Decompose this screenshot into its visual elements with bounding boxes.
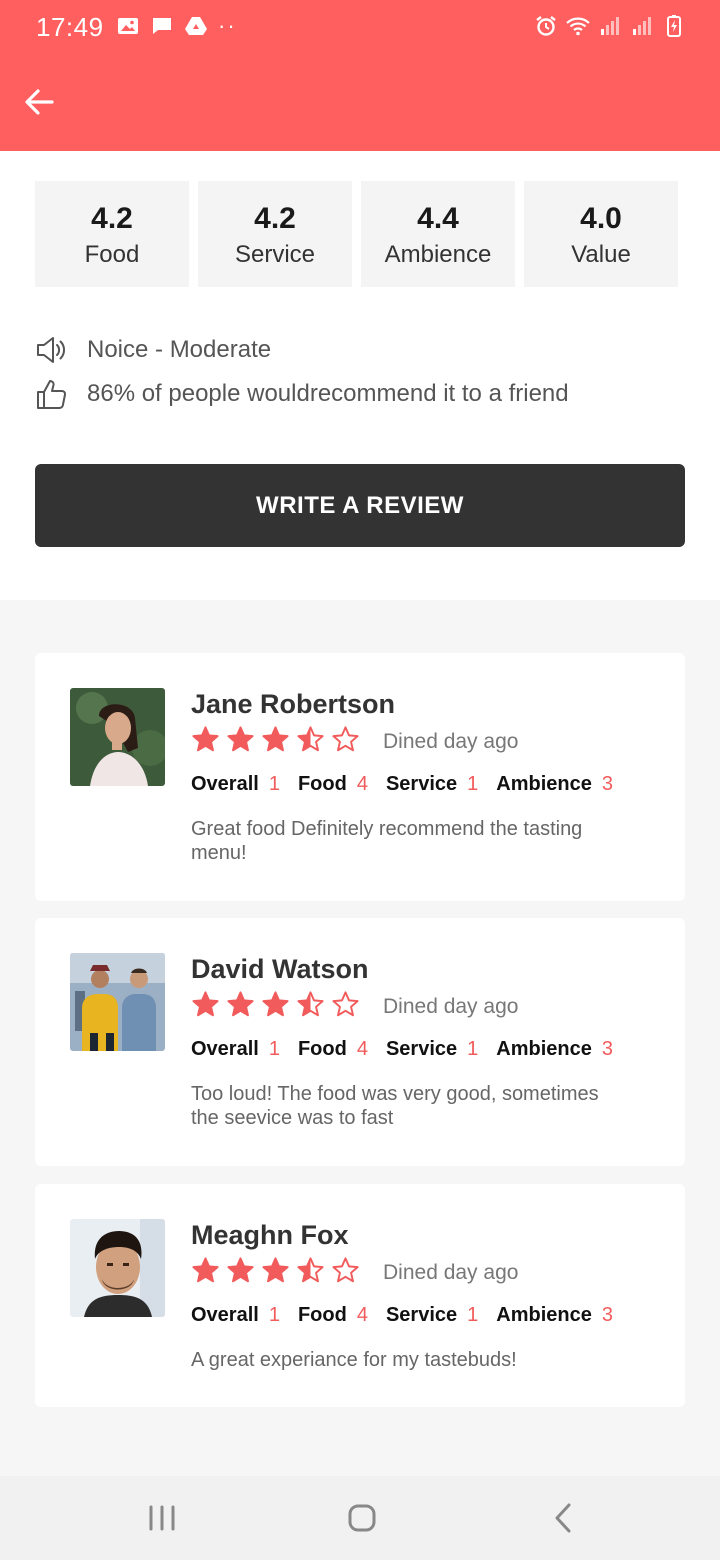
image-icon bbox=[118, 18, 138, 34]
status-bar: 17:49 ·· bbox=[0, 0, 720, 55]
star-rating bbox=[191, 990, 360, 1019]
ratings-row: Overall 1 Food 4 Service 1 Ambience 3 bbox=[191, 1038, 631, 1061]
score-value: 4.2 bbox=[91, 202, 133, 235]
star-half-icon bbox=[297, 991, 324, 1017]
star-full-icon bbox=[262, 991, 289, 1017]
review-card[interactable]: David Watson Dined day ago Overall 1 Food… bbox=[35, 918, 685, 1166]
avatar bbox=[70, 1219, 165, 1317]
review-comment: Too loud! The food was very good, someti… bbox=[191, 1083, 599, 1129]
ratings-row: Overall 1 Food 4 Service 1 Ambience 3 bbox=[191, 773, 631, 796]
noise-text: Noice - Moderate bbox=[87, 336, 272, 363]
rating-label: Food bbox=[297, 773, 347, 795]
score-box-service: 4.2 Service bbox=[198, 181, 352, 287]
battery-charging-icon bbox=[667, 15, 681, 37]
avatar bbox=[70, 688, 165, 786]
rating-value: 3 bbox=[601, 1038, 613, 1060]
rating-value: 4 bbox=[356, 1038, 368, 1060]
review-card[interactable]: Jane Robertson Dined day ago Overall 1 Fo… bbox=[35, 653, 685, 901]
star-full-icon bbox=[262, 726, 289, 752]
star-full-icon bbox=[262, 1257, 289, 1283]
star-full-icon bbox=[192, 1257, 219, 1283]
avatar bbox=[70, 953, 165, 1051]
score-value: 4.4 bbox=[417, 202, 459, 235]
dined-text: Dined day ago bbox=[383, 730, 519, 753]
rating-label: Overall bbox=[191, 1038, 259, 1060]
more-dots: ·· bbox=[218, 13, 237, 38]
star-half-icon bbox=[297, 726, 324, 752]
ratings-row: Overall 1 Food 4 Service 1 Ambience 3 bbox=[191, 1304, 631, 1327]
score-label: Value bbox=[571, 241, 631, 268]
drive-icon bbox=[185, 17, 207, 35]
rating-value: 4 bbox=[356, 1304, 368, 1326]
reviewer-name: Meaghn Fox bbox=[191, 1220, 349, 1250]
rating-label: Overall bbox=[191, 1304, 259, 1326]
star-full-icon bbox=[192, 991, 219, 1017]
rating-label: Ambience bbox=[496, 773, 592, 795]
dined-text: Dined day ago bbox=[383, 1261, 519, 1284]
rating-value: 1 bbox=[467, 1304, 479, 1326]
score-box-ambience: 4.4 Ambience bbox=[361, 181, 515, 287]
star-full-icon bbox=[227, 726, 254, 752]
rating-label: Service bbox=[385, 1038, 458, 1060]
reviewer-name: Jane Robertson bbox=[191, 689, 396, 719]
status-time: 17:49 bbox=[36, 12, 104, 42]
rating-value: 1 bbox=[467, 773, 479, 795]
rating-label: Service bbox=[385, 773, 458, 795]
score-box-food: 4.2 Food bbox=[35, 181, 189, 287]
home-icon[interactable] bbox=[344, 1500, 380, 1536]
review-comment: A great experiance for my tastebuds! bbox=[191, 1349, 517, 1371]
score-row: 4.2 Food 4.2 Service 4.4 Ambience 4.0 Va… bbox=[35, 181, 678, 287]
speaker-icon bbox=[37, 337, 65, 363]
signal-icon bbox=[633, 17, 651, 35]
star-rating bbox=[191, 1256, 360, 1285]
rating-label: Food bbox=[297, 1304, 347, 1326]
star-full-icon bbox=[227, 1257, 254, 1283]
star-empty-icon bbox=[332, 991, 359, 1017]
score-label: Ambience bbox=[384, 241, 492, 268]
rating-value: 1 bbox=[467, 1038, 479, 1060]
signal-icon bbox=[601, 17, 619, 35]
review-card[interactable]: Meaghn Fox Dined day ago Overall 1 Food 4 … bbox=[35, 1184, 685, 1407]
arrow-left-icon[interactable] bbox=[22, 85, 56, 119]
thumbs-up-icon bbox=[37, 380, 66, 409]
rating-value: 1 bbox=[268, 1038, 280, 1060]
write-review-button[interactable]: WRITE A REVIEW bbox=[35, 464, 685, 547]
rating-label: Service bbox=[385, 1304, 458, 1326]
app-bar bbox=[0, 55, 720, 151]
rating-label: Overall bbox=[191, 773, 259, 795]
rating-value: 3 bbox=[601, 1304, 613, 1326]
noise-row: Noice - Moderate bbox=[35, 333, 271, 367]
recommend-row: 86% of people wouldrecommend it to a fri… bbox=[35, 377, 569, 411]
message-icon bbox=[153, 18, 171, 34]
rating-label: Ambience bbox=[496, 1304, 592, 1326]
star-full-icon bbox=[227, 991, 254, 1017]
dined-text: Dined day ago bbox=[383, 995, 519, 1018]
recents-icon[interactable] bbox=[144, 1500, 180, 1536]
score-value: 4.2 bbox=[254, 202, 296, 235]
star-empty-icon bbox=[332, 726, 359, 752]
rating-label: Ambience bbox=[496, 1038, 592, 1060]
alarm-icon bbox=[536, 16, 556, 36]
score-box-value: 4.0 Value bbox=[524, 181, 678, 287]
wifi-icon bbox=[566, 17, 590, 36]
score-label: Service bbox=[234, 241, 316, 268]
reviewer-name: David Watson bbox=[191, 954, 369, 984]
summary-section: 4.2 Food 4.2 Service 4.4 Ambience 4.0 Va… bbox=[0, 151, 720, 600]
star-rating bbox=[191, 725, 360, 754]
star-half-icon bbox=[297, 1257, 324, 1283]
rating-value: 1 bbox=[268, 773, 280, 795]
star-full-icon bbox=[192, 726, 219, 752]
recommend-text: 86% of people wouldrecommend it to a fri… bbox=[87, 380, 569, 407]
system-nav-bar bbox=[0, 1476, 720, 1560]
score-label: Food bbox=[84, 241, 140, 268]
review-comment: Great food Definitely recommend the tast… bbox=[191, 818, 583, 864]
rating-value: 3 bbox=[601, 773, 613, 795]
rating-value: 4 bbox=[356, 773, 368, 795]
rating-label: Food bbox=[297, 1038, 347, 1060]
score-value: 4.0 bbox=[580, 202, 622, 235]
star-empty-icon bbox=[332, 1257, 359, 1283]
back-icon[interactable] bbox=[546, 1500, 582, 1536]
rating-value: 1 bbox=[268, 1304, 280, 1326]
